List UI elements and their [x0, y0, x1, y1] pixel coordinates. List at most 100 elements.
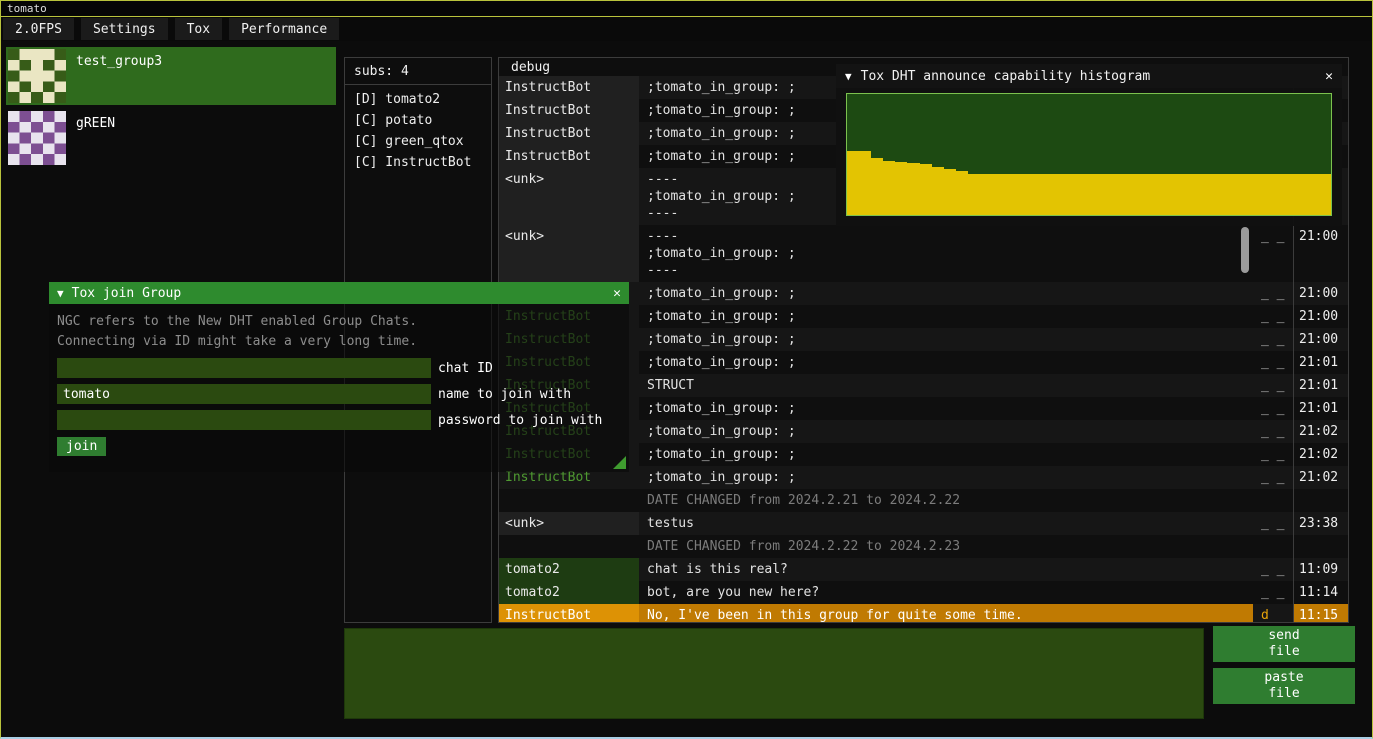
join-name-input[interactable]	[57, 384, 431, 404]
window-titlebar: tomato	[1, 1, 1372, 17]
join-name-label: name to join with	[438, 387, 571, 402]
delivery-marks: _ _	[1253, 282, 1293, 305]
message-text: ;tomato_in_group: ;	[639, 351, 1253, 374]
member-item[interactable]: [D] tomato2	[345, 89, 491, 110]
message-time: 21:01	[1293, 397, 1348, 420]
histogram-window-title: Tox DHT announce capability histogram	[861, 69, 1151, 84]
message-author: tomato2	[499, 581, 639, 604]
message-time: 21:02	[1293, 466, 1348, 489]
delivery-marks: _ _	[1253, 558, 1293, 581]
member-item[interactable]: [C] potato	[345, 110, 491, 131]
delivery-marks: _ _	[1253, 466, 1293, 489]
message-author	[499, 489, 639, 512]
message-row[interactable]: InstructBot No, I've been in this group …	[499, 604, 1348, 623]
message-time	[1293, 489, 1348, 512]
message-text: ;tomato_in_group: ;	[639, 282, 1253, 305]
group-avatar-identicon	[8, 111, 66, 165]
collapse-arrow-icon[interactable]: ▼	[57, 287, 64, 300]
send-file-button[interactable]: send file	[1213, 626, 1355, 662]
message-row[interactable]: DATE CHANGED from 2024.2.22 to 2024.2.23	[499, 535, 1348, 558]
join-window-body: NGC refers to the New DHT enabled Group …	[49, 304, 629, 464]
join-button[interactable]: join	[57, 437, 106, 456]
message-time: 21:00	[1293, 328, 1348, 351]
message-row[interactable]: <unk> testus _ _ 23:38	[499, 512, 1348, 535]
message-text: ;tomato_in_group: ;	[639, 328, 1253, 351]
message-text: testus	[639, 512, 1253, 535]
join-note-line1: NGC refers to the New DHT enabled Group …	[57, 312, 621, 332]
delivery-marks: _ _	[1253, 374, 1293, 397]
message-time: 21:00	[1293, 282, 1348, 305]
group-item-test-group3[interactable]: test_group3	[6, 47, 336, 105]
close-icon[interactable]: ✕	[613, 286, 621, 301]
group-name: gREEN	[76, 116, 115, 165]
delivery-marks: _ _	[1253, 351, 1293, 374]
message-text: ;tomato_in_group: ;	[639, 420, 1253, 443]
message-text: DATE CHANGED from 2024.2.21 to 2024.2.22	[639, 489, 1253, 512]
message-time: 21:01	[1293, 374, 1348, 397]
join-password-input[interactable]	[57, 410, 431, 430]
join-name-field-row: name to join with	[57, 384, 621, 404]
delivery-marks: _ _	[1253, 581, 1293, 604]
message-time: 21:02	[1293, 420, 1348, 443]
message-text: ;tomato_in_group: ;	[639, 305, 1253, 328]
message-author: InstructBot	[499, 145, 639, 168]
chat-scrollbar-thumb[interactable]	[1241, 227, 1249, 273]
member-item[interactable]: [C] InstructBot	[345, 152, 491, 173]
group-avatar-identicon	[8, 49, 66, 103]
delivery-marks	[1253, 535, 1293, 558]
message-text: STRUCT	[639, 374, 1253, 397]
message-text: ;tomato_in_group: ;	[639, 397, 1253, 420]
delivery-marks: _ _	[1253, 305, 1293, 328]
message-time: 11:09	[1293, 558, 1348, 581]
message-author: InstructBot	[499, 604, 639, 623]
delivery-marks: _ _	[1253, 225, 1293, 282]
group-item-green[interactable]: gREEN	[6, 109, 336, 167]
join-note-line2: Connecting via ID might take a very long…	[57, 332, 621, 352]
delivery-marks: _ _	[1253, 420, 1293, 443]
join-window-title: Tox join Group	[72, 286, 182, 301]
menu-item[interactable]: Performance	[229, 18, 339, 40]
chat-id-label: chat ID	[438, 361, 493, 376]
delivery-marks: _ _	[1253, 397, 1293, 420]
chat-id-field-row: chat ID	[57, 358, 621, 378]
subs-count: subs: 4	[345, 58, 491, 85]
join-password-label: password to join with	[438, 413, 602, 428]
message-author: <unk>	[499, 168, 639, 225]
resize-handle[interactable]	[613, 456, 626, 469]
delivery-marks	[1253, 489, 1293, 512]
message-author: InstructBot	[499, 76, 639, 99]
join-password-field-row: password to join with	[57, 410, 621, 430]
message-author: InstructBot	[499, 122, 639, 145]
message-row[interactable]: tomato2 bot, are you new here? _ _ 11:14	[499, 581, 1348, 604]
chat-id-input[interactable]	[57, 358, 431, 378]
join-group-window: ▼ Tox join Group ✕ NGC refers to the New…	[49, 282, 629, 472]
message-time: 21:01	[1293, 351, 1348, 374]
member-item[interactable]: [C] green_qtox	[345, 131, 491, 152]
message-text: ;tomato_in_group: ;	[639, 466, 1253, 489]
delivery-marks: _ _	[1253, 443, 1293, 466]
member-list: [D] tomato2 [C] potato [C] green_qtox [C…	[345, 85, 491, 177]
message-row[interactable]: <unk> ---- ;tomato_in_group: ; ---- _ _ …	[499, 225, 1348, 282]
message-time: 11:15	[1293, 604, 1348, 623]
message-time: 21:00	[1293, 225, 1348, 282]
message-author: InstructBot	[499, 99, 639, 122]
join-window-titlebar: ▼ Tox join Group ✕	[49, 282, 629, 304]
window-title: tomato	[7, 2, 47, 15]
close-icon[interactable]: ✕	[1325, 69, 1333, 84]
dht-histogram-window: ▼ Tox DHT announce capability histogram …	[836, 64, 1342, 226]
menu-item[interactable]: Settings	[81, 18, 168, 40]
group-list: test_group3 gREEN	[6, 47, 338, 171]
paste-file-button[interactable]: paste file	[1213, 668, 1355, 704]
message-text: chat is this real?	[639, 558, 1253, 581]
delivery-marks: _ _	[1253, 328, 1293, 351]
histogram-window-titlebar: ▼ Tox DHT announce capability histogram …	[836, 64, 1342, 88]
menu-item[interactable]: 2.0FPS	[3, 18, 74, 40]
menu-item[interactable]: Tox	[175, 18, 222, 40]
message-row[interactable]: DATE CHANGED from 2024.2.21 to 2024.2.22	[499, 489, 1348, 512]
message-row[interactable]: tomato2 chat is this real? _ _ 11:09	[499, 558, 1348, 581]
compose-input[interactable]	[344, 628, 1204, 719]
message-time: 23:38	[1293, 512, 1348, 535]
menu-bar: 2.0FPS Settings Tox Performance	[1, 17, 1372, 41]
collapse-arrow-icon[interactable]: ▼	[845, 70, 852, 83]
app-window: tomato 2.0FPS Settings Tox Performance t…	[0, 0, 1373, 739]
